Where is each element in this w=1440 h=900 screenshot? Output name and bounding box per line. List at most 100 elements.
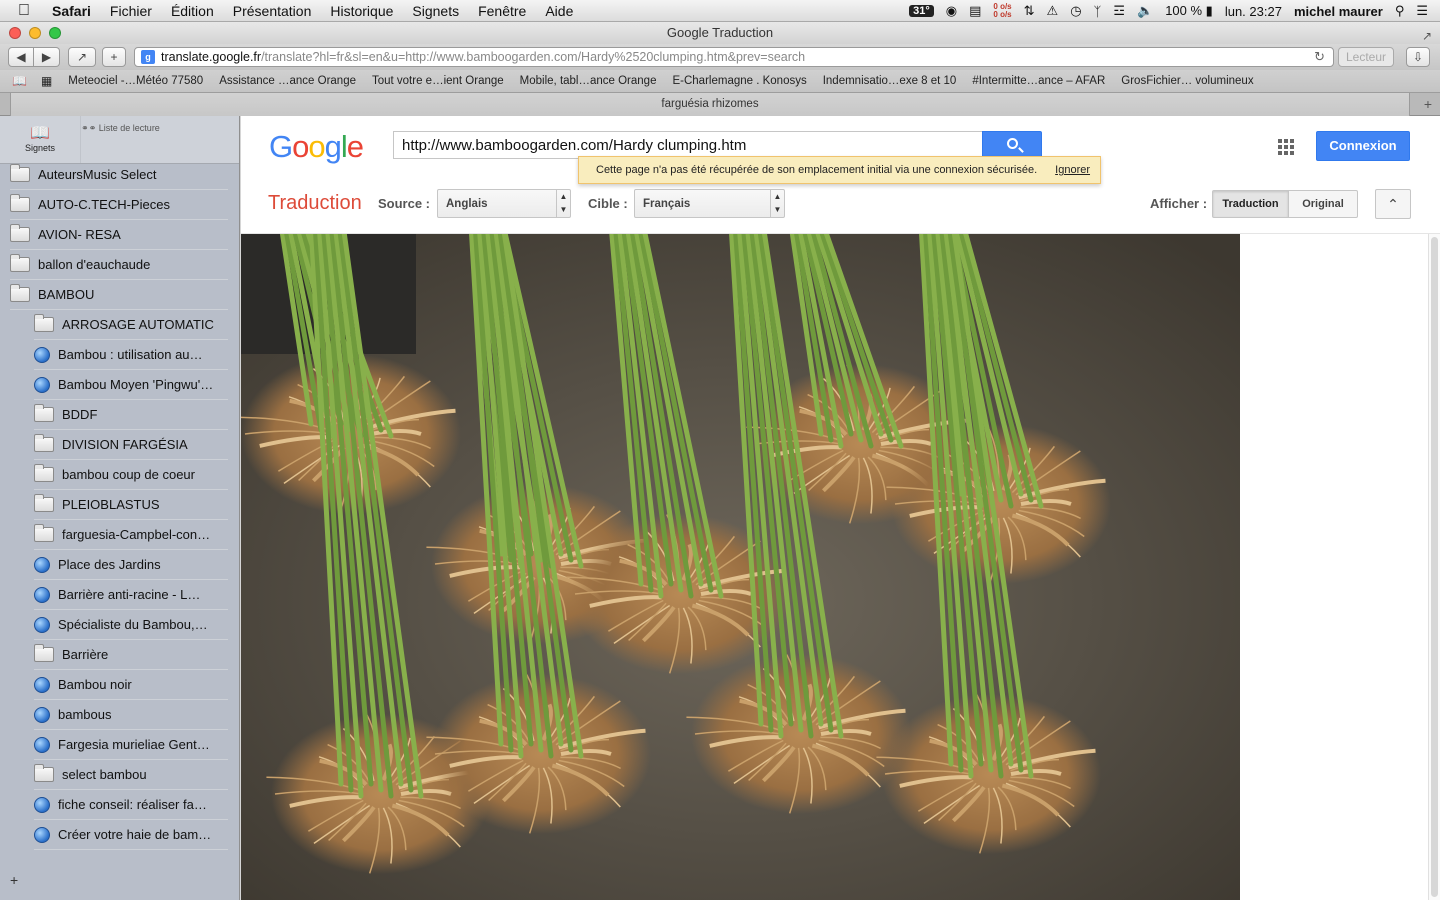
window-title: Google Traduction [666,25,774,40]
sidebar-bookmark-item[interactable]: Place des Jardins [34,550,228,580]
folder-icon [34,404,54,422]
sidebar-bookmark-item[interactable]: AVION- RESA [10,220,228,250]
alert-icon[interactable]: ⚠ [1047,3,1059,19]
sidebar-item-label: Place des Jardins [58,557,161,572]
close-window-button[interactable] [9,27,21,39]
sidebar-bookmark-item[interactable]: Bambou noir [34,670,228,700]
menu-app[interactable]: Safari [52,3,91,19]
sidebar-bookmark-item[interactable]: AutеursMusic Select [10,160,228,190]
bookmark-item[interactable]: Indemnisatio…exe 8 et 10 [823,75,957,87]
battery-indicator[interactable]: 100 % ▮ [1165,3,1213,19]
menu-fichier[interactable]: Fichier [110,3,152,19]
url-host: translate.google.fr [161,50,262,64]
sidebar-bookmark-item[interactable]: Bambou : utilisation au… [34,340,228,370]
wifi-icon[interactable]: ☲ [1113,3,1125,19]
sidebar-bookmark-item[interactable]: PLEIOBLASTUS [34,490,228,520]
search-button[interactable] [982,131,1042,159]
downloads-button[interactable]: ⇩ [1406,47,1430,67]
reader-button[interactable]: Lecteur [1338,47,1394,67]
apps-grid-icon[interactable] [1278,139,1294,155]
bookmark-item[interactable]: Mobile, tabl…ance Orange [520,75,657,87]
bookmark-item[interactable]: Meteociel -…Météo 77580 [68,75,203,87]
gauge-icon[interactable]: ◉ [946,3,957,19]
menu-fenetre[interactable]: Fenêtre [478,3,526,19]
dismiss-notice-link[interactable]: Ignorer [1055,164,1090,176]
sidebar-bookmark-item[interactable]: BDDF [34,400,228,430]
sidebar-bookmark-item[interactable]: Fargesia murieliae Gent… [34,730,228,760]
share-button[interactable]: ↗ [68,47,96,67]
bookmark-item[interactable]: Assistance …ance Orange [219,75,356,87]
tab-bookmarks[interactable]: 📖 Signets [0,116,80,163]
forward-button[interactable]: ▶ [34,47,60,67]
sidebar-bookmark-item[interactable]: Barrière [34,640,228,670]
sign-in-button[interactable]: Connexion [1316,131,1410,161]
sidebar-item-label: ballon d'eauchaude [38,257,151,272]
sidebar-item-label: Spécialiste du Bambou,… [58,617,208,632]
sidebar-bookmark-item[interactable]: DIVISION FARGÉSIA [34,430,228,460]
globe-icon [34,346,50,363]
bookmark-item[interactable]: Tout votre e…ient Orange [372,75,504,87]
view-original-button[interactable]: Original [1288,190,1358,218]
sidebar-bookmark-item[interactable]: fiche conseil: réaliser fa… [34,790,228,820]
sidebar-bookmark-item[interactable]: Créer votre haie de bam… [34,820,228,850]
nav-buttons: ◀ ▶ [8,47,60,67]
sidebar-item-label: BDDF [62,407,98,422]
scrollbar-thumb[interactable] [1431,237,1438,897]
minimize-window-button[interactable] [29,27,41,39]
clock[interactable]: lun. 23:27 [1225,4,1282,19]
transfer-arrows-icon[interactable]: ⇅ [1024,3,1035,19]
address-bar[interactable]: g translate.google.fr/translate?hl=fr&sl… [134,47,1334,67]
menu-signets[interactable]: Signets [412,3,459,19]
menu-edition[interactable]: Édition [171,3,214,19]
spotlight-search-icon[interactable]: ⚲ [1395,3,1405,19]
bluetooth-icon[interactable]: ᛉ [1094,4,1102,19]
battery-tool-icon[interactable]: ▤ [969,3,981,19]
translate-url-input[interactable]: http://www.bamboogarden.com/Hardy clumpi… [393,131,983,159]
sidebar-bookmark-item[interactable]: bambou coup de coeur [34,460,228,490]
tab-reading-list[interactable]: ⚭⚭ Liste de lecture [80,116,160,163]
volume-icon[interactable]: 🔈 [1137,3,1153,19]
apple-menu-icon[interactable]:  [18,2,38,20]
source-language-select[interactable]: Anglais ▲ ▼ [437,189,571,218]
sidebar-bookmark-item[interactable]: AUTO-C.TECH-Pieces [10,190,228,220]
open-book-icon[interactable]: 📖 [12,74,27,88]
zoom-window-button[interactable] [49,27,61,39]
view-translation-button[interactable]: Traduction [1212,190,1289,218]
menu-aide[interactable]: Aide [545,3,573,19]
translate-title: Traduction [268,192,362,214]
bookmarks-sidebar: AutеursMusic Select AUTO-C.TECH-Pieces AVI… [0,116,240,900]
target-language-select[interactable]: Français ▲ ▼ [634,189,785,218]
google-logo[interactable]: Google [269,129,364,165]
bookmark-item[interactable]: #Intermitte…ance – AFAR [972,75,1105,87]
sidebar-bookmark-item[interactable]: select bambou [34,760,228,790]
menu-presentation[interactable]: Présentation [233,3,312,19]
sidebar-item-label: AUTO-C.TECH-Pieces [38,197,170,212]
sidebar-item-label: AVION- RESA [38,227,121,242]
sidebar-bookmark-item[interactable]: bambous [34,700,228,730]
back-button[interactable]: ◀ [8,47,34,67]
temperature-indicator[interactable]: 31° [909,5,934,17]
bookmark-item[interactable]: E-Charlemagne . Konosys [672,75,806,87]
sidebar-bookmark-item[interactable]: farguesia-Campbel-con… [34,520,228,550]
bookmark-item[interactable]: GrosFichier… volumineux [1121,75,1253,87]
network-speed[interactable]: 0 o/s 0 o/s [993,3,1011,19]
sidebar-bookmark-item[interactable]: Spécialiste du Bambou,… [34,610,228,640]
new-tab-button[interactable]: + [1424,96,1432,112]
add-bookmark-button[interactable]: + [102,47,126,67]
sidebar-bookmark-item[interactable]: Barrière anti-racine - L… [34,580,228,610]
sidebar-bookmark-item[interactable]: BAMBOU [10,280,228,310]
sidebar-item-label: BAMBOU [38,287,95,302]
time-machine-icon[interactable]: ◷ [1070,3,1081,19]
sidebar-bookmark-item[interactable]: ballon d'eauchaude [10,250,228,280]
sidebar-bookmark-item[interactable]: ARROSAGE AUTOMATIC [34,310,228,340]
top-sites-grid-icon[interactable]: ▦ [41,74,52,88]
add-bookmark-folder-button[interactable]: + [10,872,18,888]
menu-historique[interactable]: Historique [330,3,393,19]
tab-current[interactable]: farguésia rhizomes [10,93,1410,116]
notification-center-icon[interactable]: ☰ [1416,3,1428,19]
reload-icon[interactable]: ↻ [1314,49,1325,65]
sidebar-bookmark-item[interactable]: Bambou Moyen 'Pingwu'… [34,370,228,400]
page-scrollbar[interactable] [1428,234,1440,900]
user-name[interactable]: michel maurer [1294,4,1383,19]
collapse-chevron-up-icon[interactable]: ⌃ [1375,189,1411,219]
